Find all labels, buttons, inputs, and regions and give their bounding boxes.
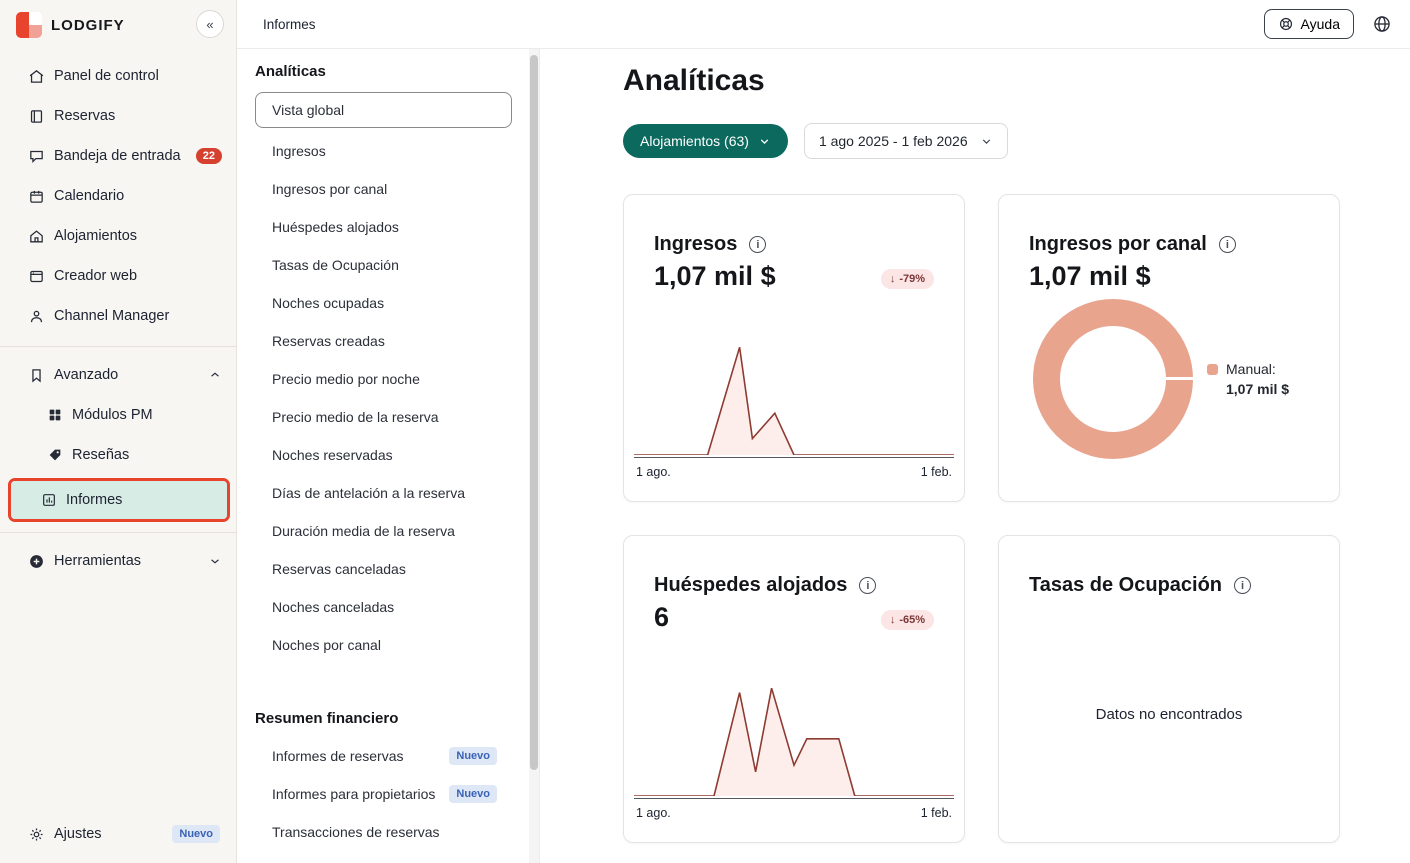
donut-legend: Manual: 1,07 mil $ [1207, 361, 1289, 397]
subnav-section-title: Analíticas [255, 63, 326, 80]
info-icon[interactable]: i [1218, 236, 1236, 253]
book-icon [30, 109, 43, 123]
subnav-item-vista-global[interactable]: Vista global [255, 92, 512, 128]
ingresos-sparkline [634, 345, 954, 455]
card-ingresos-por-canal: Ingresos por canal i 1,07 mil $ Manual: … [998, 194, 1340, 502]
subnav-item-precio-medio-de-la-reserva[interactable]: Precio medio de la reserva [255, 398, 539, 436]
accommodations-filter-button[interactable]: Alojamientos (63) [623, 124, 788, 158]
subnav-item-noches-canceladas[interactable]: Noches canceladas [255, 588, 539, 626]
browser-icon [30, 270, 43, 282]
sidebar-item-informes[interactable]: Informes [11, 481, 227, 519]
home-icon [29, 69, 44, 83]
main-content: Analíticas Alojamientos (63) 1 ago 2025 … [540, 49, 1410, 863]
topbar: Informes Ayuda [237, 0, 1410, 49]
arrow-down-icon: ↓ [889, 614, 896, 626]
chevron-down-icon [760, 138, 769, 144]
subnav-item-reservas-canceladas[interactable]: Reservas canceladas [255, 550, 539, 588]
subnav-item-informes-para-propietarios[interactable]: Informes para propietarios Nuevo [255, 775, 539, 813]
sidebar-item-bandeja-de-entrada[interactable]: Bandeja de entrada 22 [0, 136, 236, 176]
sidebar-item-reservas[interactable]: Reservas [0, 96, 236, 136]
chevron-down-icon [982, 138, 990, 144]
subnav-item-ingresos-por-canal[interactable]: Ingresos por canal [255, 170, 539, 208]
subnav-item-duracion-media[interactable]: Duración media de la reserva [255, 512, 539, 550]
language-globe-button[interactable] [1372, 14, 1392, 34]
subnav-item-noches-por-canal[interactable]: Noches por canal [255, 626, 539, 664]
informes-highlight-box: Informes [8, 478, 230, 522]
date-range-select[interactable]: 1 ago 2025 - 1 feb 2026 [803, 123, 1008, 159]
sidebar-item-panel-de-control[interactable]: Panel de control [0, 56, 236, 96]
chevron-down-icon [211, 559, 219, 564]
inbox-count-badge: 22 [195, 148, 222, 164]
tag-icon [49, 449, 61, 461]
help-icon [1279, 17, 1292, 31]
sidebar-item-creador-web[interactable]: Creador web [0, 256, 236, 296]
info-icon[interactable]: i [859, 577, 877, 594]
sidebar-group-avanzado[interactable]: Avanzado [0, 355, 236, 395]
card-value: 1,07 mil $ [1029, 261, 1151, 291]
gear-icon [30, 827, 43, 841]
ajustes-nuevo-badge: Nuevo [172, 825, 220, 843]
calendar-icon [30, 190, 43, 203]
sidebar-item-channel-manager[interactable]: Channel Manager [0, 296, 236, 336]
brand-name: LODGIFY [51, 16, 125, 34]
empty-state-message: Datos no encontrados [1095, 706, 1243, 723]
breadcrumb: Informes [263, 16, 316, 32]
sidebar-item-resenas[interactable]: Reseñas [0, 435, 236, 475]
arrow-down-icon: ↓ [889, 273, 896, 285]
subnav-item-informes-de-reservas[interactable]: Informes de reservas Nuevo [255, 737, 539, 775]
nuevo-badge: Nuevo [449, 747, 497, 765]
subnav-item-noches-ocupadas[interactable]: Noches ocupadas [255, 284, 539, 322]
sidebar-item-ajustes[interactable]: Ajustes Nuevo [0, 815, 236, 853]
sidebar-group-herramientas[interactable]: Herramientas [0, 541, 236, 581]
subnav-item-tasas-de-ocupacion[interactable]: Tasas de Ocupación [255, 246, 539, 284]
person-icon [30, 310, 43, 322]
help-button[interactable]: Ayuda [1263, 9, 1354, 39]
grid-icon [49, 409, 61, 421]
delta-badge: ↓ -65% [880, 610, 934, 630]
card-title: Ingresos [654, 233, 738, 255]
reports-subnav: Analíticas Vista global Ingresos Ingreso… [237, 49, 540, 863]
donut-segment-gap [1162, 377, 1194, 380]
card-huespedes-alojados: Huéspedes alojados i 6 ↓ -65% 1 ago. 1 f… [623, 535, 965, 843]
card-title: Huéspedes alojados [654, 574, 848, 596]
sidebar-divider-2 [0, 532, 236, 533]
subnav-item-ingresos[interactable]: Ingresos [255, 132, 539, 170]
x-axis: 1 ago. 1 feb. [634, 798, 954, 830]
inbox-icon [30, 150, 43, 163]
sidebar-item-calendario[interactable]: Calendario [0, 176, 236, 216]
legend-swatch [1207, 363, 1218, 375]
card-title: Tasas de Ocupación [1029, 574, 1223, 596]
card-title: Ingresos por canal [1029, 233, 1207, 255]
subnav-item-huespedes-alojados[interactable]: Huéspedes alojados [255, 208, 539, 246]
subnav-item-dias-de-antelacion[interactable]: Días de antelación a la reserva [255, 474, 539, 512]
sidebar-item-modulos-pm[interactable]: Módulos PM [0, 395, 236, 435]
subnav-scrollbar-thumb[interactable] [530, 55, 538, 770]
lodgify-logo-icon [16, 12, 42, 38]
sidebar-divider [0, 346, 236, 347]
card-tasas-de-ocupacion: Tasas de Ocupación i Datos no encontrado… [998, 535, 1340, 843]
house-icon [30, 229, 43, 242]
subnav-section-title-financial: Resumen financiero [255, 710, 399, 727]
info-icon[interactable]: i [1234, 577, 1252, 594]
bookmark-icon [32, 368, 41, 383]
huespedes-sparkline [634, 686, 954, 796]
subnav-scrollbar[interactable] [529, 49, 539, 863]
nuevo-badge: Nuevo [449, 785, 497, 803]
sidebar-item-alojamientos[interactable]: Alojamientos [0, 216, 236, 256]
subnav-item-transacciones-de-reservas[interactable]: Transacciones de reservas [255, 813, 539, 851]
subnav-item-noches-reservadas[interactable]: Noches reservadas [255, 436, 539, 474]
bar-chart-icon [43, 494, 55, 506]
card-ingresos: Ingresos i 1,07 mil $ ↓ -79% 1 ago. 1 fe… [623, 194, 965, 502]
sidebar-collapse-button[interactable]: « [196, 10, 224, 38]
globe-icon [1374, 16, 1390, 32]
subnav-item-reservas-creadas[interactable]: Reservas creadas [255, 322, 539, 360]
page-title: Analíticas [623, 64, 765, 97]
subnav-item-precio-medio-por-noche[interactable]: Precio medio por noche [255, 360, 539, 398]
chevron-up-icon [211, 372, 219, 377]
delta-badge: ↓ -79% [880, 269, 934, 289]
plus-circle-icon [30, 554, 43, 568]
x-axis: 1 ago. 1 feb. [634, 457, 954, 489]
sidebar: LODGIFY « Panel de control Reservas Band… [0, 0, 237, 863]
info-icon[interactable]: i [749, 236, 767, 253]
